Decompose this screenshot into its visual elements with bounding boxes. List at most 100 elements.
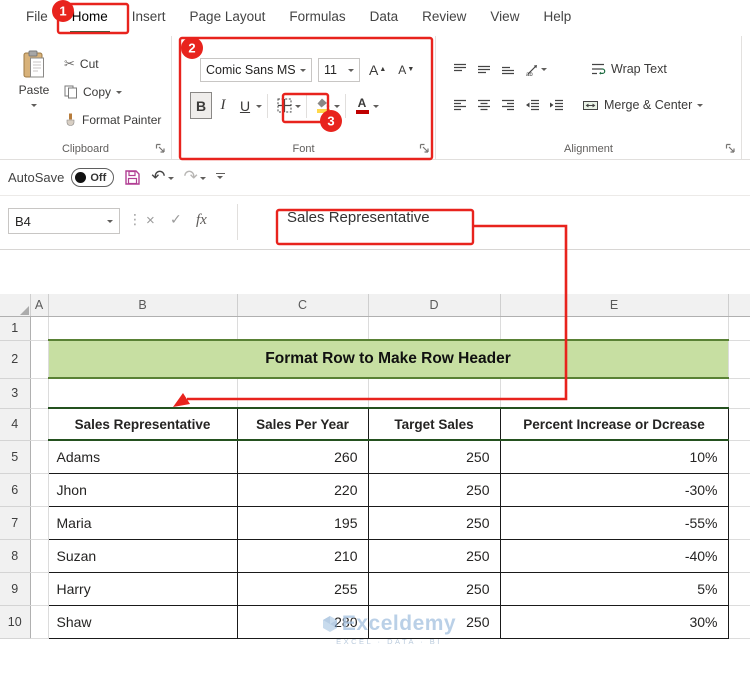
menu-tab-formulas[interactable]: Formulas [277, 0, 357, 36]
cell[interactable] [30, 378, 49, 409]
cell[interactable] [368, 378, 501, 409]
cell-percent[interactable]: 30% [499, 604, 729, 639]
align-top-button[interactable] [448, 56, 472, 82]
row-header-10[interactable]: 10 [0, 605, 31, 639]
menu-tab-home[interactable]: Home [60, 0, 120, 36]
cell-target[interactable]: 250 [367, 439, 501, 474]
menu-tab-insert[interactable]: Insert [120, 0, 178, 36]
cell-rep-name[interactable]: Suzan [47, 538, 238, 573]
align-middle-button[interactable] [472, 56, 496, 82]
copy-button[interactable]: Copy [60, 78, 165, 106]
cell[interactable] [368, 316, 501, 341]
cell-target[interactable]: 250 [367, 571, 501, 606]
name-box[interactable]: B4 [8, 208, 120, 234]
cell-percent[interactable]: 10% [499, 439, 729, 474]
resize-dots-icon[interactable]: ⋮ [128, 212, 142, 228]
font-size-select[interactable]: 11 [318, 57, 360, 82]
cell-rep-name[interactable]: Maria [47, 505, 238, 540]
column-header-b[interactable]: B [48, 294, 238, 317]
row-header-1[interactable]: 1 [0, 316, 31, 341]
borders-button[interactable] [273, 92, 295, 119]
header-cell-target-sales[interactable]: Target Sales [367, 407, 501, 441]
row-header-5[interactable]: 5 [0, 440, 31, 474]
format-painter-button[interactable]: Format Painter [60, 106, 165, 134]
redo-button[interactable]: ↷ [184, 169, 206, 186]
fill-color-caret[interactable] [334, 104, 340, 111]
row-header-3[interactable]: 3 [0, 378, 31, 409]
underline-caret[interactable] [256, 104, 262, 111]
cell-rep-name[interactable]: Harry [47, 571, 238, 606]
increase-indent-button[interactable] [544, 92, 568, 118]
cell-target[interactable]: 250 [367, 472, 501, 507]
align-bottom-button[interactable] [496, 56, 520, 82]
menu-tab-data[interactable]: Data [358, 0, 411, 36]
cell[interactable] [30, 539, 49, 573]
cancel-entry-icon[interactable]: × [146, 212, 155, 229]
menu-tab-view[interactable]: View [478, 0, 531, 36]
cell-percent[interactable]: -40% [499, 538, 729, 573]
row-header-7[interactable]: 7 [0, 506, 31, 540]
font-name-select[interactable]: Comic Sans MS [200, 57, 312, 82]
wrap-text-button[interactable]: Wrap Text [590, 61, 667, 77]
cell[interactable] [48, 316, 238, 341]
cell[interactable] [30, 340, 49, 379]
autosave-toggle[interactable]: AutoSave Off [8, 168, 115, 187]
column-header-a[interactable]: A [30, 294, 49, 317]
cell[interactable] [30, 316, 49, 341]
align-center-button[interactable] [472, 92, 496, 118]
cell-sales[interactable]: 280 [236, 604, 369, 639]
font-dialog-launcher-icon[interactable] [419, 143, 430, 154]
cell[interactable] [30, 440, 49, 474]
cell-sales[interactable]: 260 [236, 439, 369, 474]
undo-button[interactable]: ↶ [151, 169, 174, 186]
cell-sales[interactable]: 255 [236, 571, 369, 606]
cell[interactable] [30, 473, 49, 507]
cell-sales[interactable]: 210 [236, 538, 369, 573]
menu-tab-review[interactable]: Review [410, 0, 478, 36]
header-cell-sales-per-year[interactable]: Sales Per Year [236, 407, 369, 441]
cell[interactable] [237, 378, 369, 409]
column-header-d[interactable]: D [368, 294, 501, 317]
decrease-indent-button[interactable] [520, 92, 544, 118]
font-color-caret[interactable] [373, 104, 379, 111]
cell[interactable] [30, 572, 49, 606]
cell-rep-name[interactable]: Shaw [47, 604, 238, 639]
customize-toolbar-button[interactable] [215, 172, 225, 183]
cell[interactable] [30, 605, 49, 639]
menu-tab-help[interactable]: Help [531, 0, 583, 36]
title-cell[interactable]: Format Row to Make Row Header [48, 339, 729, 379]
alignment-dialog-launcher-icon[interactable] [725, 143, 736, 154]
row-header-8[interactable]: 8 [0, 539, 31, 573]
row-header-9[interactable]: 9 [0, 572, 31, 606]
cell-target[interactable]: 250 [367, 604, 501, 639]
autosave-switch[interactable]: Off [71, 168, 115, 187]
header-cell-percent[interactable]: Percent Increase or Dcrease [499, 407, 729, 441]
orientation-button[interactable]: ab [520, 56, 552, 82]
column-header-c[interactable]: C [237, 294, 369, 317]
cell[interactable] [48, 378, 238, 409]
cell-target[interactable]: 250 [367, 505, 501, 540]
row-header-2[interactable]: 2 [0, 340, 31, 379]
cell[interactable] [30, 506, 49, 540]
cell-rep-name[interactable]: Adams [47, 439, 238, 474]
cell[interactable] [30, 408, 49, 441]
cell[interactable] [500, 378, 729, 409]
cut-button[interactable]: ✂ Cut [60, 50, 165, 78]
cell-percent[interactable]: -55% [499, 505, 729, 540]
paste-button[interactable]: Paste [10, 44, 58, 142]
cell-sales[interactable]: 220 [236, 472, 369, 507]
select-all-corner[interactable] [0, 294, 31, 317]
borders-caret[interactable] [295, 104, 301, 111]
header-cell-sales-representative[interactable]: Sales Representative [47, 407, 238, 441]
confirm-entry-icon[interactable]: ✓ [170, 212, 182, 228]
underline-button[interactable]: U [234, 92, 256, 119]
cell-percent[interactable]: 5% [499, 571, 729, 606]
row-header-6[interactable]: 6 [0, 473, 31, 507]
formula-input[interactable]: Sales Representative [287, 209, 430, 226]
clipboard-dialog-launcher-icon[interactable] [155, 143, 166, 154]
decrease-font-size-button[interactable]: A ▼ [395, 56, 417, 83]
cell-sales[interactable]: 195 [236, 505, 369, 540]
menu-tab-file[interactable]: File [14, 0, 60, 36]
save-icon[interactable] [124, 169, 141, 186]
align-left-button[interactable] [448, 92, 472, 118]
